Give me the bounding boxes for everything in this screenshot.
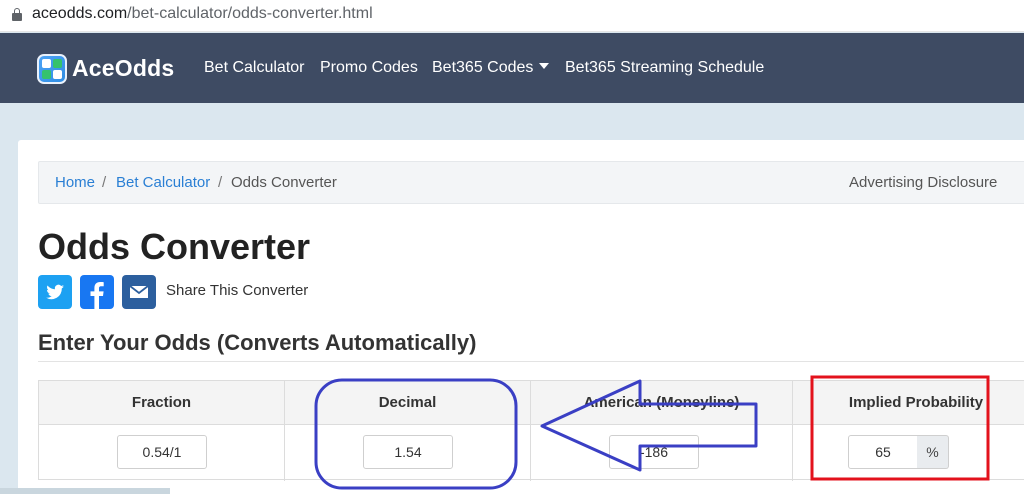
chevron-down-icon [539, 63, 550, 69]
facebook-icon [90, 282, 104, 309]
share-label: Share This Converter [166, 282, 309, 299]
cell-american: -186 [531, 425, 793, 481]
breadcrumb-bet-calculator[interactable]: Bet Calculator [116, 174, 210, 191]
decimal-input[interactable]: 1.54 [363, 435, 453, 469]
scrollbar-track[interactable] [0, 488, 170, 494]
header-decimal: Decimal [285, 381, 531, 425]
nav-bet365-codes[interactable]: Bet365 Codes [432, 59, 550, 77]
nav-bet365-streaming[interactable]: Bet365 Streaming Schedule [565, 59, 764, 77]
url-host: aceodds.com [32, 5, 128, 22]
url-path: /bet-calculator/odds-converter.html [127, 5, 373, 22]
top-navbar: AceOdds Bet Calculator Promo Codes Bet36… [0, 33, 1024, 103]
advertising-disclosure-link[interactable]: Advertising Disclosure [849, 174, 997, 191]
facebook-share-button[interactable] [80, 275, 114, 309]
nav-promo-codes[interactable]: Promo Codes [320, 59, 418, 77]
twitter-icon [46, 284, 64, 300]
url-text[interactable]: aceodds.com/bet-calculator/odds-converte… [32, 5, 373, 23]
percent-addon: % [917, 435, 949, 469]
breadcrumb-current: Odds Converter [231, 174, 337, 191]
header-american: American (Moneyline) [531, 381, 793, 425]
header-implied-probability: Implied Probability [848, 394, 984, 411]
email-icon [129, 285, 149, 298]
breadcrumb-home[interactable]: Home [55, 174, 95, 191]
browser-address-bar[interactable]: aceodds.com/bet-calculator/odds-converte… [0, 0, 1024, 32]
page-title: Odds Converter [38, 226, 311, 267]
table-header-row: Fraction Decimal American (Moneyline) Im… [39, 381, 1024, 425]
logo-icon[interactable] [37, 54, 67, 84]
section-title: Enter Your Odds (Converts Automatically) [38, 330, 477, 355]
breadcrumb-separator: / [218, 174, 223, 191]
nav-bet365-codes-label: Bet365 Codes [432, 59, 534, 76]
twitter-share-button[interactable] [38, 275, 72, 309]
lock-icon [12, 8, 22, 21]
odds-converter-table: Fraction Decimal American (Moneyline) Im… [38, 380, 1024, 481]
fraction-input[interactable]: 0.54/1 [117, 435, 207, 469]
nav-bet-calculator[interactable]: Bet Calculator [204, 59, 305, 77]
probability-input[interactable]: 65 [848, 435, 918, 469]
content-card: Home / Bet Calculator / Odds Converter A… [18, 140, 1024, 494]
cell-fraction: 0.54/1 [39, 425, 285, 481]
cell-decimal: 1.54 [285, 425, 531, 481]
cell-implied-probability: 65 % [793, 425, 1024, 481]
breadcrumb: Home / Bet Calculator / Odds Converter A… [38, 161, 1024, 204]
email-share-button[interactable] [122, 275, 156, 309]
american-input[interactable]: -186 [609, 435, 699, 469]
section-divider [38, 361, 1024, 362]
logo-text[interactable]: AceOdds [72, 55, 174, 82]
breadcrumb-separator: / [102, 174, 107, 191]
header-fraction: Fraction [39, 381, 285, 425]
